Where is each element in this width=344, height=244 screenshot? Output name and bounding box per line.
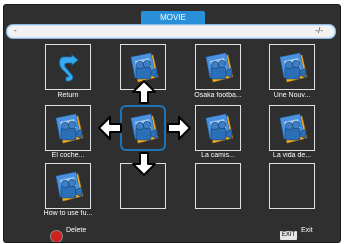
media-browser-screen: MOVIE - -/- Return Osaka footba... Une N… xyxy=(3,4,341,243)
arrow-right-icon xyxy=(167,116,191,140)
movie-tile-selected[interactable] xyxy=(120,105,166,151)
arrow-up-icon xyxy=(132,80,156,104)
page-indicator: -/- xyxy=(315,26,323,35)
page-title: MOVIE xyxy=(141,11,205,24)
return-label: Return xyxy=(57,92,79,99)
path-bar: - -/- xyxy=(6,24,336,39)
exit-label: Exit xyxy=(301,227,313,234)
movie-label: La vida de... xyxy=(272,152,312,159)
movie-tile[interactable] xyxy=(269,44,315,90)
movie-tile[interactable] xyxy=(195,105,241,151)
movie-file-icon xyxy=(55,113,84,144)
movie-tile[interactable] xyxy=(45,163,91,209)
movie-file-icon xyxy=(205,113,234,144)
movie-file-icon xyxy=(205,52,234,83)
exit-key-icon[interactable]: EXIT xyxy=(280,231,297,240)
return-tile[interactable] xyxy=(45,44,91,90)
movie-tile[interactable] xyxy=(195,44,241,90)
movie-file-icon xyxy=(55,171,84,202)
movie-tile[interactable] xyxy=(269,105,315,151)
movie-tile[interactable] xyxy=(45,105,91,151)
empty-tile xyxy=(269,163,315,209)
movie-label: Une Nouv... xyxy=(273,92,311,99)
movie-label: La camis... xyxy=(201,152,235,159)
movie-file-icon xyxy=(279,113,308,144)
movie-label: El coche... xyxy=(51,152,85,159)
empty-tile xyxy=(195,163,241,209)
movie-file-icon xyxy=(279,52,308,83)
delete-label: Delete xyxy=(66,227,87,234)
movie-label: How to use fu... xyxy=(43,210,93,217)
return-arrow-icon xyxy=(59,54,79,82)
movie-file-icon xyxy=(130,113,159,144)
arrow-down-icon xyxy=(132,152,156,176)
red-button-icon[interactable] xyxy=(50,230,63,242)
movie-label: Osaka footba... xyxy=(194,92,242,99)
arrow-left-icon xyxy=(98,116,122,140)
current-path: - xyxy=(14,26,17,35)
